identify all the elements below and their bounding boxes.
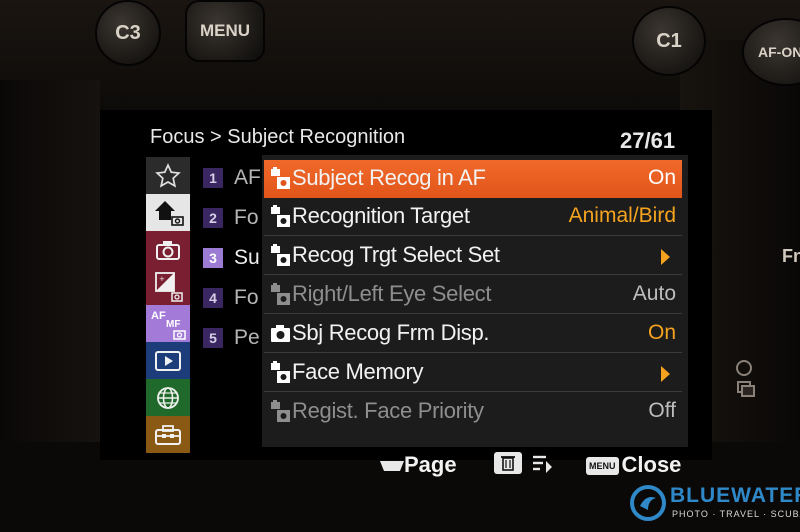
page-number: 4 — [203, 288, 223, 308]
menu-key-icon: MENU — [586, 457, 619, 476]
menu-item-value: Animal/Bird — [568, 204, 676, 227]
menu-item-label: Subject Recog in AF — [292, 165, 486, 190]
page-counter: 27/61 — [620, 128, 676, 153]
c3-button[interactable]: C3 — [95, 0, 161, 66]
page-number: 1 — [203, 168, 223, 188]
drive-mode-icon — [732, 356, 762, 406]
menu-item-recognition-target[interactable]: Recognition Target Animal/Bird — [264, 198, 682, 236]
menu-item-right-left-eye-select[interactable]: Right/Left Eye Select Auto — [264, 276, 682, 314]
page-item-4[interactable]: 4 Fo — [198, 286, 262, 312]
svg-text:MF: MF — [166, 319, 180, 330]
still-movie-icon — [270, 167, 292, 191]
logo-subtitle: PHOTO · TRAVEL · SCUBA — [672, 509, 800, 519]
af-mf-icon[interactable]: AF MF — [146, 305, 190, 342]
menu-item-recog-trgt-select-set[interactable]: Recog Trgt Select Set — [264, 237, 682, 275]
menu-item-value: On — [647, 321, 676, 344]
wave-logo-icon — [630, 484, 666, 526]
page-item-1[interactable]: 1 AF — [198, 166, 262, 192]
still-movie-icon — [270, 400, 292, 424]
page-guide: Page — [380, 452, 457, 480]
exposure-icon[interactable]: + — [146, 268, 190, 305]
logo-title: BLUEWATER — [670, 484, 800, 507]
close-guide: MENU Close — [586, 452, 681, 480]
chevron-right-icon — [661, 249, 670, 265]
menu-item-value: Auto — [632, 282, 676, 305]
bluewater-logo: BLUEWATER PHOTO · TRAVEL · SCUBA — [630, 482, 800, 526]
home-camera-icon[interactable] — [146, 194, 190, 231]
still-movie-icon — [270, 244, 292, 268]
page-item-3[interactable]: 3 Su — [198, 246, 262, 272]
menu-hardware-button[interactable]: MENU — [185, 0, 265, 62]
menu-item-subject-recog-in-af[interactable]: Subject Recog in AF On — [264, 160, 682, 198]
page-number: 5 — [203, 328, 223, 348]
menu-item-label: Recog Trgt Select Set — [292, 242, 500, 267]
menu-item-label: Sbj Recog Frm Disp. — [292, 320, 490, 345]
list-edit-icon — [532, 453, 554, 479]
menu-item-value: On — [647, 166, 676, 189]
trash-icon — [494, 452, 522, 480]
menu-item-face-memory[interactable]: Face Memory — [264, 354, 682, 392]
page-label: Su — [234, 246, 260, 269]
page-label: Fo — [234, 286, 259, 309]
playback-icon[interactable] — [146, 342, 190, 379]
star-icon[interactable] — [146, 157, 190, 194]
menu-item-regist-face-priority[interactable]: Regist. Face Priority Off — [264, 393, 682, 431]
svg-text:+: + — [159, 275, 165, 283]
page-label: Fo — [234, 206, 259, 229]
page-item-5[interactable]: 5 Pe — [198, 326, 262, 352]
close-guide-label: Close — [621, 452, 682, 477]
category-tabs: + AF MF — [146, 157, 190, 453]
menu-item-sbj-recog-frm-disp[interactable]: Sbj Recog Frm Disp. On — [264, 315, 682, 353]
menu-item-label: Face Memory — [292, 359, 424, 384]
breadcrumb: Focus > Subject Recognition — [150, 126, 406, 148]
page-guide-label: Page — [404, 452, 457, 477]
menu-item-label: Regist. Face Priority — [292, 398, 484, 423]
network-icon[interactable] — [146, 379, 190, 416]
camera-icon[interactable] — [146, 231, 190, 268]
toolbox-icon[interactable] — [146, 416, 190, 453]
menu-item-value: Off — [648, 399, 676, 422]
c1-button[interactable]: C1 — [632, 6, 706, 76]
camera-icon — [270, 322, 292, 346]
chevron-right-icon — [661, 366, 670, 382]
still-movie-icon — [270, 361, 292, 385]
still-movie-icon — [270, 205, 292, 229]
delete-guide — [494, 452, 554, 480]
page-label: AF — [234, 166, 260, 189]
menu-item-label: Right/Left Eye Select — [292, 281, 492, 306]
page-number: 2 — [203, 208, 223, 228]
svg-text:AF: AF — [151, 310, 166, 322]
fn-button-label[interactable]: Fn — [782, 246, 800, 267]
menu-item-label: Recognition Target — [292, 203, 470, 228]
page-number: 3 — [203, 248, 223, 268]
front-dial-icon — [380, 453, 404, 479]
page-item-2[interactable]: 2 Fo — [198, 206, 262, 232]
page-label: Pe — [234, 326, 260, 349]
still-movie-icon — [270, 283, 292, 307]
